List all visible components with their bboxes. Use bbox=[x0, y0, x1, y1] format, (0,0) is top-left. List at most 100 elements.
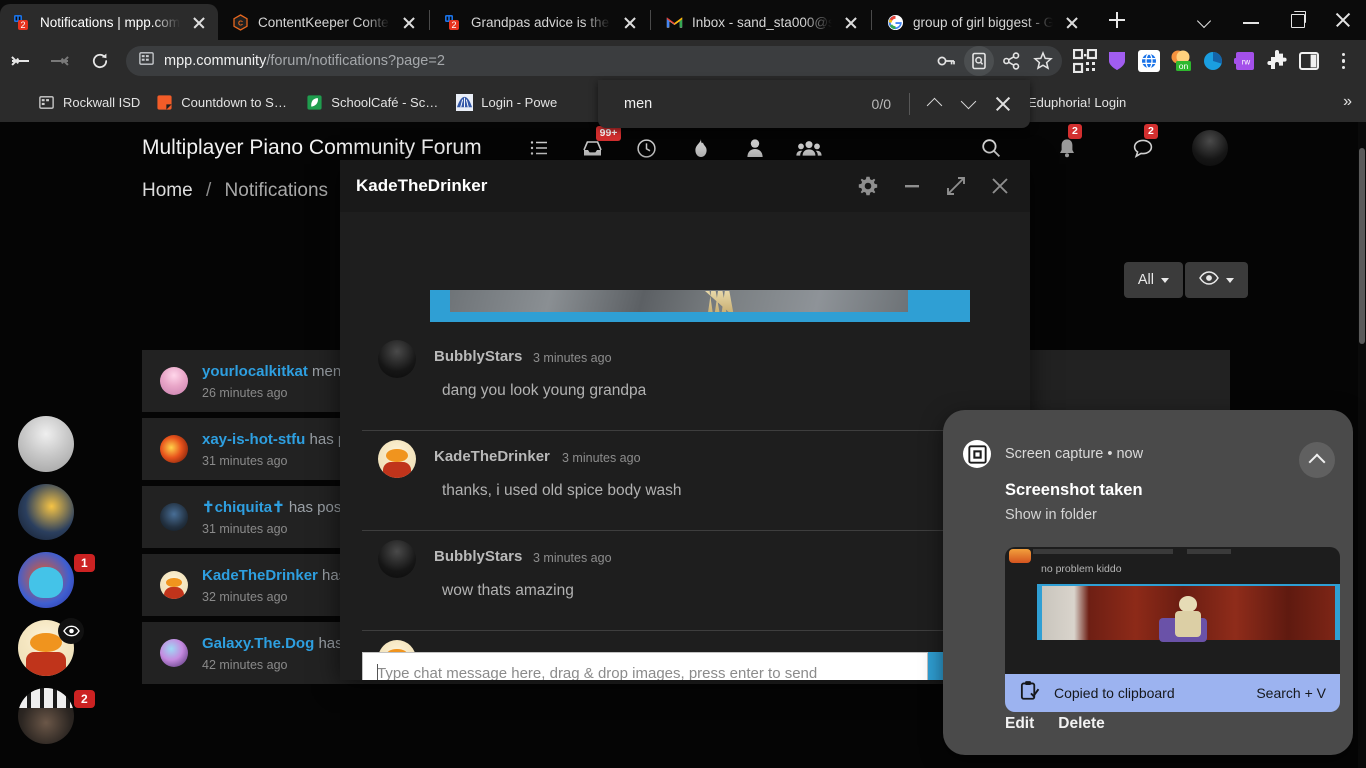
screenshot-thumbnail[interactable]: no problem kiddo bbox=[1005, 547, 1340, 674]
watching-eye-icon bbox=[58, 618, 84, 644]
svg-text:on: on bbox=[1179, 61, 1189, 71]
purple-shield-icon[interactable] bbox=[1102, 46, 1132, 76]
chat-message-list[interactable]: BubblyStars 3 minutes ago dang you look … bbox=[340, 212, 1030, 680]
bookmark-schoolcafe[interactable]: SchoolCafé - Schoo... bbox=[298, 90, 448, 115]
rail-user-4[interactable]: 2 bbox=[0, 684, 100, 752]
chat-image-message[interactable] bbox=[430, 290, 970, 322]
tab-close-icon[interactable] bbox=[399, 12, 419, 32]
avatar[interactable] bbox=[378, 440, 416, 478]
chevron-down-icon bbox=[1226, 277, 1234, 283]
rw-puzzle-icon[interactable]: rw bbox=[1230, 46, 1260, 76]
maximize-window-button[interactable] bbox=[1274, 0, 1320, 40]
browser-tab-2[interactable]: 2 Grandpas advice is the b bbox=[431, 4, 649, 40]
on-toggle-icon[interactable]: on bbox=[1166, 46, 1196, 76]
bookmark-countdown[interactable]: Countdown to Sum... bbox=[148, 90, 298, 115]
share-icon[interactable] bbox=[996, 46, 1026, 76]
notification-user[interactable]: KadeTheDrinker bbox=[202, 567, 318, 584]
minimize-icon[interactable] bbox=[892, 166, 932, 206]
filter-all-dropdown[interactable]: All bbox=[1123, 262, 1183, 298]
edit-button[interactable]: Edit bbox=[1005, 715, 1034, 733]
expand-icon[interactable] bbox=[936, 166, 976, 206]
blue-globe-icon[interactable] bbox=[1134, 46, 1164, 76]
bookmark-rockwall-isd[interactable]: Rockwall ISD bbox=[30, 90, 148, 115]
extensions-puzzle-icon[interactable] bbox=[1262, 46, 1292, 76]
page-search-icon[interactable] bbox=[964, 46, 994, 76]
avatar[interactable] bbox=[18, 552, 74, 608]
page-scrollbar[interactable] bbox=[1358, 122, 1366, 768]
browser-tab-3[interactable]: Inbox - sand_sta000@st bbox=[652, 4, 870, 40]
breadcrumb-home-link[interactable]: Home bbox=[142, 180, 193, 201]
notification-time: 31 minutes ago bbox=[202, 521, 288, 536]
collapse-button[interactable] bbox=[1299, 442, 1335, 478]
browser-tab-1[interactable]: C ContentKeeper Content bbox=[218, 4, 428, 40]
chat-bubble-icon[interactable]: 2 bbox=[1116, 124, 1170, 170]
tab-close-icon[interactable] bbox=[1062, 12, 1082, 32]
mpp-icon: 2 bbox=[14, 14, 31, 31]
browser-tab-4[interactable]: group of girl biggest - Go bbox=[873, 4, 1091, 40]
minimize-window-button[interactable] bbox=[1228, 0, 1274, 40]
avatar[interactable] bbox=[18, 688, 74, 744]
capture-time: now bbox=[1116, 446, 1144, 462]
site-info-icon[interactable] bbox=[138, 50, 155, 72]
side-panel-icon[interactable] bbox=[1294, 46, 1324, 76]
reload-button[interactable] bbox=[80, 40, 120, 82]
delete-button[interactable]: Delete bbox=[1058, 715, 1105, 733]
forward-button[interactable] bbox=[40, 40, 80, 82]
notification-user[interactable]: ✝chiquita✝ bbox=[202, 499, 285, 516]
key-icon[interactable] bbox=[932, 46, 962, 76]
avatar[interactable] bbox=[378, 540, 416, 578]
message-sender[interactable]: BubblyStars bbox=[434, 348, 522, 365]
tab-close-icon[interactable] bbox=[620, 12, 640, 32]
close-icon[interactable] bbox=[980, 166, 1020, 206]
three-dot-menu-icon[interactable] bbox=[1328, 46, 1358, 76]
message-sender[interactable]: BubblyStars bbox=[434, 548, 522, 565]
find-previous-button[interactable] bbox=[918, 87, 952, 121]
notification-user[interactable]: Galaxy.The.Dog bbox=[202, 635, 314, 652]
chevron-down-icon bbox=[960, 93, 977, 110]
bookmarks-overflow-button[interactable]: » bbox=[1343, 93, 1352, 111]
avatar[interactable] bbox=[18, 484, 74, 540]
avatar bbox=[160, 367, 188, 395]
settings-gear-icon[interactable] bbox=[848, 166, 888, 206]
clipboard-check-icon bbox=[1019, 680, 1040, 707]
capture-notification-header: Screen capture • now bbox=[943, 410, 1353, 468]
user-avatar[interactable] bbox=[1192, 130, 1228, 166]
message-sender[interactable]: KadeTheDrinker bbox=[434, 448, 550, 465]
browser-tab-0[interactable]: 2 Notifications | mpp.com bbox=[0, 4, 218, 40]
find-close-button[interactable] bbox=[986, 87, 1020, 121]
rail-user-3[interactable] bbox=[0, 616, 100, 684]
back-button[interactable] bbox=[0, 40, 40, 82]
notification-time: 32 minutes ago bbox=[202, 589, 288, 604]
chevron-down-icon bbox=[1161, 277, 1169, 283]
blue-pie-icon[interactable] bbox=[1198, 46, 1228, 76]
avatar[interactable] bbox=[378, 340, 416, 378]
bookmark-login-power[interactable]: Login - Powe bbox=[448, 90, 565, 115]
notification-user[interactable]: xay-is-hot-stfu bbox=[202, 431, 305, 448]
notification-text: xay-is-hot-stfu has p bbox=[202, 431, 346, 448]
tab-close-icon[interactable] bbox=[841, 12, 861, 32]
bell-icon[interactable]: 2 bbox=[1040, 124, 1094, 170]
close-window-button[interactable] bbox=[1320, 0, 1366, 40]
bookmark-label: SchoolCafé - Schoo... bbox=[331, 94, 440, 110]
qr-code-icon[interactable] bbox=[1070, 46, 1100, 76]
notification-user[interactable]: yourlocalkitkat bbox=[202, 363, 308, 380]
rail-user-1[interactable] bbox=[0, 480, 100, 548]
address-bar[interactable]: mpp.community/forum/notifications?page=2 bbox=[126, 46, 1062, 76]
bookmark-star-icon[interactable] bbox=[1028, 46, 1058, 76]
tab-close-icon[interactable] bbox=[189, 12, 209, 32]
filter-read-dropdown[interactable] bbox=[1185, 262, 1248, 298]
tab-search-chevron-icon[interactable] bbox=[1182, 0, 1228, 40]
chat-input[interactable]: Type chat message here, drag & drop imag… bbox=[362, 652, 928, 680]
find-input[interactable]: men bbox=[624, 96, 872, 112]
find-next-button[interactable] bbox=[952, 87, 986, 121]
clipboard-shortcut: Search + V bbox=[1256, 685, 1326, 701]
rail-user-0[interactable] bbox=[0, 412, 100, 480]
screenshot-icon bbox=[963, 440, 991, 468]
rail-user-2[interactable]: 1 bbox=[0, 548, 100, 616]
new-tab-button[interactable] bbox=[1099, 5, 1135, 35]
avatar[interactable] bbox=[18, 416, 74, 472]
show-in-folder-link[interactable]: Show in folder bbox=[1005, 507, 1353, 523]
breadcrumb-separator: / bbox=[205, 180, 212, 201]
find-in-page-bar: men 0/0 bbox=[598, 80, 1030, 128]
tab-strip: 2 Notifications | mpp.com C ContentKeepe… bbox=[0, 0, 1366, 40]
